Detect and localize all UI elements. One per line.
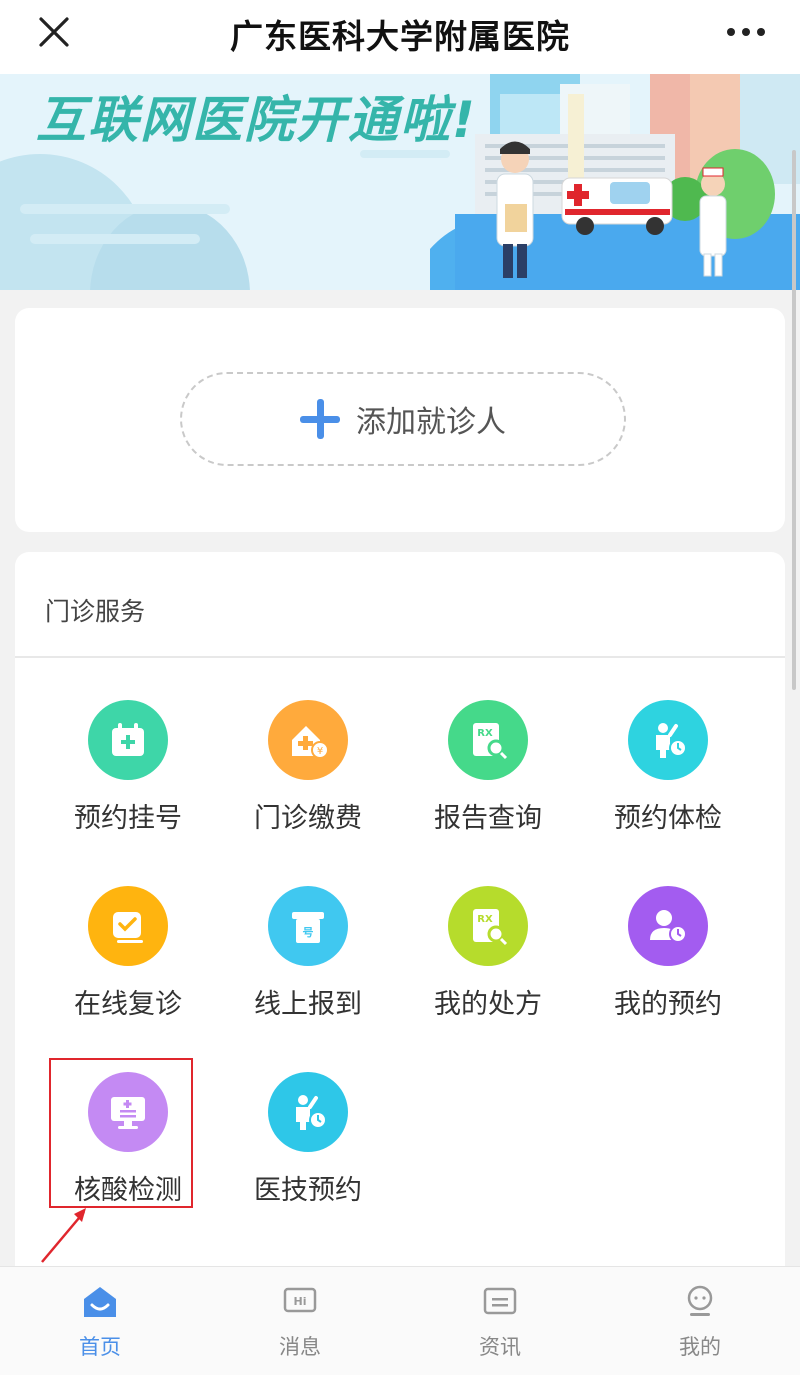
section-title: 门诊服务 (45, 597, 146, 626)
rx-prescription-icon: RX (448, 886, 528, 966)
service-label: 线上报到 (254, 989, 362, 1020)
patient-card: 添加就诊人 (15, 308, 785, 532)
home-icon (84, 1287, 116, 1317)
service-appointment-registration[interactable]: 预约挂号 (38, 700, 218, 850)
service-outpatient-payment[interactable]: ¥ 门诊缴费 (218, 700, 398, 850)
service-online-checkin[interactable]: 号 线上报到 (218, 886, 398, 1036)
banner-headline: 互联网医院开通啦! (36, 91, 477, 149)
service-online-revisit[interactable]: 在线复诊 (38, 886, 218, 1036)
bottom-tab-bar: 首页 Hi 消息 资讯 我的 (0, 1266, 800, 1375)
svg-text:Hi: Hi (294, 1295, 307, 1308)
service-label: 我的预约 (614, 989, 722, 1020)
tab-messages[interactable]: Hi 消息 (200, 1267, 400, 1375)
tab-label: 首页 (79, 1335, 121, 1359)
svg-text:¥: ¥ (317, 746, 323, 757)
person-clock-icon (628, 700, 708, 780)
ticket-number-icon: 号 (268, 886, 348, 966)
service-label: 在线复诊 (74, 989, 182, 1020)
highlight-box (49, 1058, 193, 1208)
service-label: 预约挂号 (74, 803, 182, 834)
service-label: 我的处方 (434, 989, 542, 1020)
tab-profile[interactable]: 我的 (600, 1267, 800, 1375)
more-dots-icon[interactable] (726, 22, 766, 42)
person-clock-icon (268, 1072, 348, 1152)
tab-news[interactable]: 资讯 (400, 1267, 600, 1375)
add-patient-label: 添加就诊人 (356, 405, 506, 440)
news-icon (483, 1287, 517, 1315)
service-my-prescription[interactable]: RX 我的处方 (398, 886, 578, 1036)
annotation-arrow-icon (41, 1208, 86, 1263)
user-clock-icon (628, 886, 708, 966)
tab-home[interactable]: 首页 (0, 1267, 200, 1375)
profile-icon (687, 1285, 713, 1316)
svg-text:RX: RX (477, 728, 493, 739)
service-physical-exam[interactable]: 预约体检 (578, 700, 758, 850)
plus-icon (300, 399, 340, 439)
divider (15, 656, 785, 658)
calendar-plus-icon (88, 700, 168, 780)
tab-label: 资讯 (479, 1335, 521, 1359)
service-label: 门诊缴费 (254, 803, 362, 834)
service-label: 报告查询 (434, 803, 542, 834)
top-nav-bar: 广东医科大学附属医院 (0, 0, 800, 74)
add-patient-button[interactable]: 添加就诊人 (180, 372, 626, 466)
service-label: 医技预约 (254, 1175, 362, 1206)
svg-text:RX: RX (477, 914, 493, 925)
svg-text:号: 号 (303, 926, 314, 939)
hospital-payment-icon: ¥ (268, 700, 348, 780)
tab-label: 消息 (279, 1335, 321, 1359)
service-my-appointments[interactable]: 我的预约 (578, 886, 758, 1036)
scrollbar[interactable] (792, 150, 796, 690)
service-label: 预约体检 (614, 803, 722, 834)
message-hi-icon: Hi (283, 1287, 317, 1313)
tab-label: 我的 (679, 1335, 721, 1359)
promo-banner[interactable]: 互联网医院开通啦! (0, 74, 800, 290)
service-report-query[interactable]: RX 报告查询 (398, 700, 578, 850)
service-medtech-appointment[interactable]: 医技预约 (218, 1072, 398, 1222)
check-card-icon (88, 886, 168, 966)
rx-report-search-icon: RX (448, 700, 528, 780)
page-title: 广东医科大学附属医院 (230, 17, 570, 56)
